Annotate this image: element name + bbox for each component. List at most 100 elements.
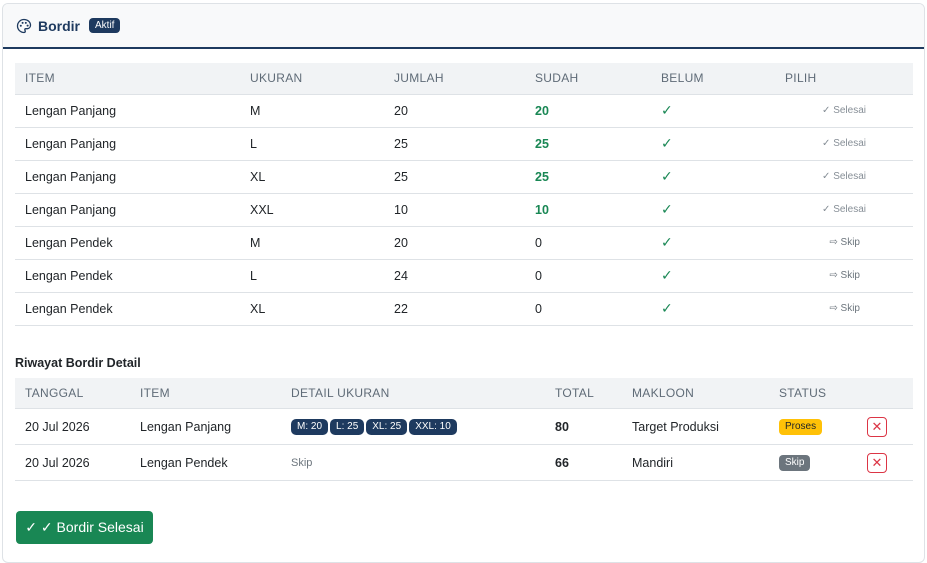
check-icon: ✓ xyxy=(651,226,775,260)
selesai-button[interactable]: ✓ Selesai xyxy=(775,160,913,194)
size-pill: XXL: 10 xyxy=(409,419,457,435)
history-status: Skip xyxy=(769,444,857,481)
col-tanggal: TANGGAL xyxy=(15,377,130,409)
col-jumlah: JUMLAH xyxy=(384,63,525,95)
item-size: XXL xyxy=(240,193,384,227)
item-qty: 25 xyxy=(384,127,525,161)
item-done-qty: 10 xyxy=(525,193,651,227)
size-pill: XL: 25 xyxy=(366,419,408,435)
col-item: ITEM xyxy=(130,377,281,409)
item-qty: 10 xyxy=(384,193,525,227)
item-name: Lengan Panjang xyxy=(15,127,240,161)
item-done-qty: 25 xyxy=(525,127,651,161)
bordir-selesai-button[interactable]: ✓ ✓ Bordir Selesai xyxy=(16,511,153,544)
check-icon: ✓ xyxy=(651,193,775,227)
item-qty: 25 xyxy=(384,160,525,194)
status-badge: Aktif xyxy=(89,18,121,33)
size-pill: L: 25 xyxy=(330,419,365,435)
history-action: ✕ xyxy=(857,444,913,481)
item-size: L xyxy=(240,259,384,293)
item-name: Lengan Panjang xyxy=(15,94,240,128)
delete-button[interactable]: ✕ xyxy=(867,452,887,473)
close-icon: ✕ xyxy=(871,419,883,434)
skip-button[interactable]: ⇨ Skip xyxy=(775,226,913,260)
item-size: M xyxy=(240,94,384,128)
check-icon: ✓ xyxy=(651,160,775,194)
item-qty: 20 xyxy=(384,226,525,260)
selesai-button[interactable]: ✓ Selesai xyxy=(775,94,913,128)
history-makloon: Mandiri xyxy=(622,444,769,481)
history-date: 20 Jul 2026 xyxy=(15,408,130,445)
check-icon: ✓ xyxy=(651,259,775,293)
col-sudah: SUDAH xyxy=(525,63,651,95)
close-icon: ✕ xyxy=(871,455,883,470)
item-qty: 24 xyxy=(384,259,525,293)
item-done-qty: 0 xyxy=(525,226,651,260)
item-qty: 20 xyxy=(384,94,525,128)
check-icon: ✓ xyxy=(651,292,775,326)
table-row: Lengan Panjang XXL 10 10 ✓ ✓ Selesai xyxy=(15,193,913,227)
col-action xyxy=(857,377,913,409)
history-size-detail: M: 20 L: 25 XL: 25 XXL: 10 xyxy=(281,408,545,445)
history-date: 20 Jul 2026 xyxy=(15,444,130,481)
items-table-header: ITEM UKURAN JUMLAH SUDAH BELUM PILIH xyxy=(15,63,913,95)
history-table-header: TANGGAL ITEM DETAIL UKURAN TOTAL MAKLOON… xyxy=(15,377,913,409)
table-row: 20 Jul 2026 Lengan Pendek Skip 66 Mandir… xyxy=(15,444,913,481)
item-size: L xyxy=(240,127,384,161)
card-header: Bordir Aktif xyxy=(3,4,924,49)
col-ukuran: UKURAN xyxy=(240,63,384,95)
col-makloon: MAKLOON xyxy=(622,377,769,409)
card-body: ITEM UKURAN JUMLAH SUDAH BELUM PILIH Len… xyxy=(3,49,924,481)
item-qty: 22 xyxy=(384,292,525,326)
item-done-qty: 0 xyxy=(525,259,651,293)
item-name: Lengan Pendek xyxy=(15,292,240,326)
history-makloon: Target Produksi xyxy=(622,408,769,445)
item-size: XL xyxy=(240,160,384,194)
table-row: Lengan Panjang M 20 20 ✓ ✓ Selesai xyxy=(15,94,913,128)
skip-button[interactable]: ⇨ Skip xyxy=(775,292,913,326)
item-done-qty: 25 xyxy=(525,160,651,194)
table-row: Lengan Panjang XL 25 25 ✓ ✓ Selesai xyxy=(15,160,913,194)
col-belum: BELUM xyxy=(651,63,775,95)
status-badge: Skip xyxy=(779,455,811,471)
col-status: STATUS xyxy=(769,377,857,409)
item-done-qty: 0 xyxy=(525,292,651,326)
check-icon: ✓ xyxy=(651,94,775,128)
item-size: XL xyxy=(240,292,384,326)
check-icon: ✓ xyxy=(651,127,775,161)
history-total: 80 xyxy=(545,408,622,445)
size-pill: M: 20 xyxy=(291,419,329,435)
col-item: ITEM xyxy=(15,63,240,95)
bordir-card: Bordir Aktif ITEM UKURAN JUMLAH SUDAH BE… xyxy=(2,3,925,563)
item-size: M xyxy=(240,226,384,260)
table-row: Lengan Pendek L 24 0 ✓ ⇨ Skip xyxy=(15,259,913,293)
history-table: TANGGAL ITEM DETAIL UKURAN TOTAL MAKLOON… xyxy=(15,377,913,481)
history-total: 66 xyxy=(545,444,622,481)
selesai-button[interactable]: ✓ Selesai xyxy=(775,127,913,161)
col-total: TOTAL xyxy=(545,377,622,409)
history-status: Proses xyxy=(769,408,857,445)
history-action: ✕ xyxy=(857,408,913,445)
history-item: Lengan Panjang xyxy=(130,408,281,445)
col-pilih: PILIH xyxy=(775,63,913,95)
item-name: Lengan Panjang xyxy=(15,193,240,227)
table-row: 20 Jul 2026 Lengan Panjang M: 20 L: 25 XL:… xyxy=(15,408,913,445)
status-badge: Proses xyxy=(779,419,823,435)
item-name: Lengan Pendek xyxy=(15,226,240,260)
table-row: Lengan Pendek M 20 0 ✓ ⇨ Skip xyxy=(15,226,913,260)
col-detail-ukuran: DETAIL UKURAN xyxy=(281,377,545,409)
skip-button[interactable]: ⇨ Skip xyxy=(775,259,913,293)
history-size-detail: Skip xyxy=(281,444,545,481)
table-row: Lengan Panjang L 25 25 ✓ ✓ Selesai xyxy=(15,127,913,161)
history-title: Riwayat Bordir Detail xyxy=(15,355,141,370)
items-table: ITEM UKURAN JUMLAH SUDAH BELUM PILIH Len… xyxy=(15,63,913,326)
item-done-qty: 20 xyxy=(525,94,651,128)
item-name: Lengan Pendek xyxy=(15,259,240,293)
card-title: Bordir xyxy=(38,17,80,34)
table-row: Lengan Pendek XL 22 0 ✓ ⇨ Skip xyxy=(15,292,913,326)
palette-icon xyxy=(16,18,32,34)
history-item: Lengan Pendek xyxy=(130,444,281,481)
item-name: Lengan Panjang xyxy=(15,160,240,194)
delete-button[interactable]: ✕ xyxy=(867,416,887,437)
selesai-button[interactable]: ✓ Selesai xyxy=(775,193,913,227)
